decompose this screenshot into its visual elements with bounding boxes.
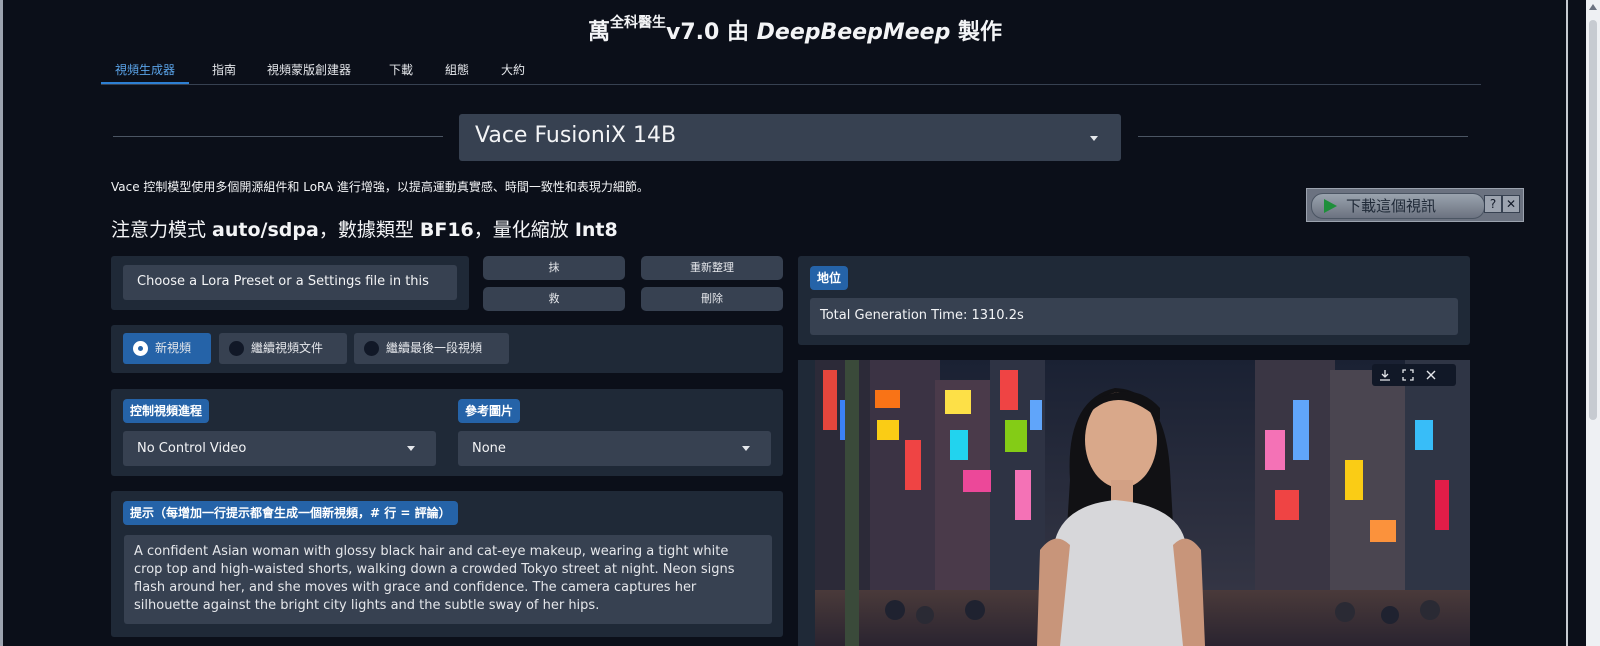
refresh-button[interactable]: 重新整理 <box>641 256 783 280</box>
video-controls <box>1372 364 1456 386</box>
overlay-close-button[interactable]: ✕ <box>1502 195 1520 213</box>
tab-downloads[interactable]: 下載 <box>375 60 427 84</box>
reference-image-dropdown[interactable]: None <box>458 431 771 466</box>
radio-dot <box>229 341 244 356</box>
scroll-up-icon[interactable] <box>1589 4 1597 10</box>
generation-time: Total Generation Time: 1310.2s <box>820 308 1024 323</box>
divider-right <box>1138 136 1468 137</box>
vertical-scrollbar[interactable] <box>1586 0 1600 646</box>
tab-video-generator[interactable]: 視頻生成器 <box>101 60 190 84</box>
lora-preset-placeholder: Choose a Lora Preset or a Settings file … <box>137 274 429 289</box>
radio-dot <box>364 341 379 356</box>
radio-dot <box>133 341 148 356</box>
lora-preset-dropdown[interactable]: Choose a Lora Preset or a Settings file … <box>123 265 457 300</box>
generated-video-frame[interactable] <box>815 360 1470 646</box>
play-icon <box>1324 199 1337 213</box>
download-video-overlay: 下載這個視訊 ? ✕ <box>1306 188 1524 222</box>
window-edge-left <box>0 0 3 646</box>
video-output-panel <box>798 360 1470 646</box>
tab-video-mask-creator[interactable]: 視頻蒙版創建器 <box>253 60 365 84</box>
tab-guide[interactable]: 指南 <box>198 60 250 84</box>
chevron-down-icon <box>1090 136 1098 141</box>
control-video-dropdown[interactable]: No Control Video <box>123 431 436 466</box>
radio-new-video[interactable]: 新視頻 <box>123 333 211 364</box>
download-icon[interactable] <box>1379 369 1391 381</box>
attention-info: 注意力模式 auto/sdpa，數據類型 BF16，量化縮放 Int8 <box>111 219 618 241</box>
status-output: Total Generation Time: 1310.2s <box>810 298 1458 335</box>
page-title: 萬全科醫生v7.0 由 DeepBeepMeep 製作 <box>587 15 1003 45</box>
window-edge-right <box>1566 0 1568 646</box>
tab-about[interactable]: 大約 <box>487 60 539 84</box>
model-description: Vace 控制模型使用多個開源組件和 LoRA 進行增強，以提高運動真實感、時間… <box>111 180 649 194</box>
radio-continue-video-file[interactable]: 繼續視頻文件 <box>219 333 347 364</box>
download-video-button[interactable]: 下載這個視訊 <box>1311 193 1485 219</box>
control-panel: 控制視頻進程 No Control Video 參考圖片 None <box>111 389 783 476</box>
lora-preset-panel: Choose a Lora Preset or a Settings file … <box>111 256 469 310</box>
close-icon[interactable] <box>1425 369 1437 381</box>
prompt-textarea[interactable]: A confident Asian woman with glossy blac… <box>124 535 772 624</box>
main-tabs: 視頻生成器 指南 視頻蒙版創建器 下載 組態 大約 <box>101 60 1481 85</box>
delete-button[interactable]: 刪除 <box>641 287 783 311</box>
scrollbar-thumb[interactable] <box>1589 20 1597 420</box>
control-video-label: 控制視頻進程 <box>123 399 210 423</box>
radio-continue-last-video[interactable]: 繼續最後一段視頻 <box>354 333 509 364</box>
video-mode-panel: 新視頻 繼續視頻文件 繼續最後一段視頻 <box>111 325 783 373</box>
reference-image-label: 參考圖片 <box>458 399 521 423</box>
status-panel: 地位 Total Generation Time: 1310.2s <box>798 256 1470 345</box>
chevron-down-icon <box>742 446 750 451</box>
chevron-down-icon <box>407 446 415 451</box>
divider-left <box>113 136 443 137</box>
fullscreen-icon[interactable] <box>1402 369 1414 381</box>
save-button[interactable]: 救 <box>483 287 625 311</box>
erase-button[interactable]: 抹 <box>483 256 625 280</box>
tab-configuration[interactable]: 組態 <box>431 60 483 84</box>
prompt-label: 提示（每增加一行提示都會生成一個新視頻，# 行 = 評論） <box>123 501 458 525</box>
status-label: 地位 <box>810 266 849 290</box>
help-button[interactable]: ? <box>1484 195 1502 213</box>
model-selector-value: Vace FusioniX 14B <box>475 123 677 148</box>
model-selector[interactable]: Vace FusioniX 14B <box>459 114 1121 161</box>
